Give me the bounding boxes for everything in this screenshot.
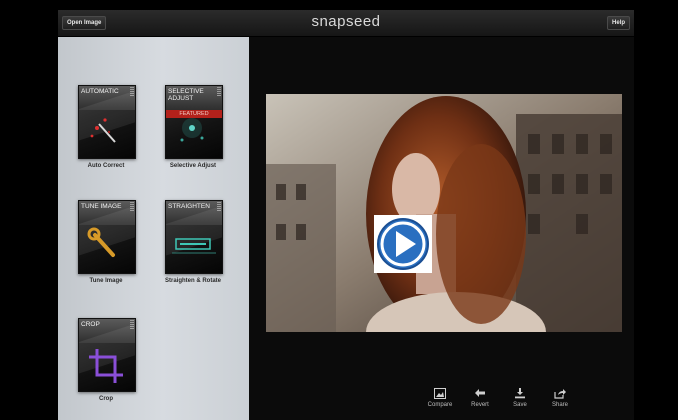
app-logo: snapseed <box>311 13 381 30</box>
tools-sidebar: AUTOMATIC Auto Correct SELECTIVE ADJUST … <box>58 37 249 420</box>
grip-icon <box>217 87 221 97</box>
photo-area <box>249 37 634 420</box>
play-button[interactable] <box>374 215 432 273</box>
tool-label-straighten-rotate: Straighten & Rotate <box>164 278 221 284</box>
tool-label-tune-image: Tune Image <box>89 278 123 284</box>
app-screen: Open Image snapseed Help AUTOMATIC Auto … <box>58 10 634 420</box>
revert-button[interactable]: Revert <box>463 387 497 420</box>
save-label: Save <box>513 402 527 408</box>
tool-tile-automatic[interactable]: AUTOMATIC <box>78 85 136 159</box>
tool-tile-crop[interactable]: CROP <box>78 318 136 392</box>
image-icon <box>434 388 446 399</box>
download-icon <box>515 388 525 399</box>
tool-label-crop: Crop <box>99 396 113 402</box>
tool-label-selective-adjust: Selective Adjust <box>169 163 217 169</box>
tile-title: SELECTIVE ADJUST <box>168 88 204 102</box>
straighten-icon <box>172 238 216 254</box>
tool-label-auto-correct: Auto Correct <box>87 163 125 169</box>
tool-tile-selective-adjust[interactable]: SELECTIVE ADJUST FEATURED <box>165 85 223 159</box>
tool-tile-straighten[interactable]: STRAIGHTEN <box>165 200 223 274</box>
revert-arrow-icon <box>475 389 485 397</box>
share-button[interactable]: Share <box>543 387 577 420</box>
share-label: Share <box>551 402 568 408</box>
tool-tile-tune-image[interactable]: TUNE IMAGE <box>78 200 136 274</box>
photo-preview <box>266 94 622 332</box>
tile-title: TUNE IMAGE <box>81 203 122 210</box>
wand-icon <box>90 118 116 143</box>
tile-title: AUTOMATIC <box>81 88 119 95</box>
help-button[interactable]: Help <box>606 16 630 30</box>
wrench-icon <box>87 227 115 257</box>
bottom-toolbar: Compare Revert Save Share <box>249 387 634 420</box>
tile-title: CROP <box>81 321 100 328</box>
share-icon <box>554 389 566 399</box>
tile-title: STRAIGHTEN <box>168 203 210 210</box>
save-button[interactable]: Save <box>503 387 537 420</box>
compare-label: Compare <box>427 402 453 408</box>
compare-button[interactable]: Compare <box>423 387 457 420</box>
play-icon <box>377 218 429 270</box>
control-point-icon <box>180 118 204 142</box>
revert-label: Revert <box>471 402 489 408</box>
crop-icon <box>89 349 123 383</box>
top-bar: Open Image snapseed Help <box>58 10 634 37</box>
